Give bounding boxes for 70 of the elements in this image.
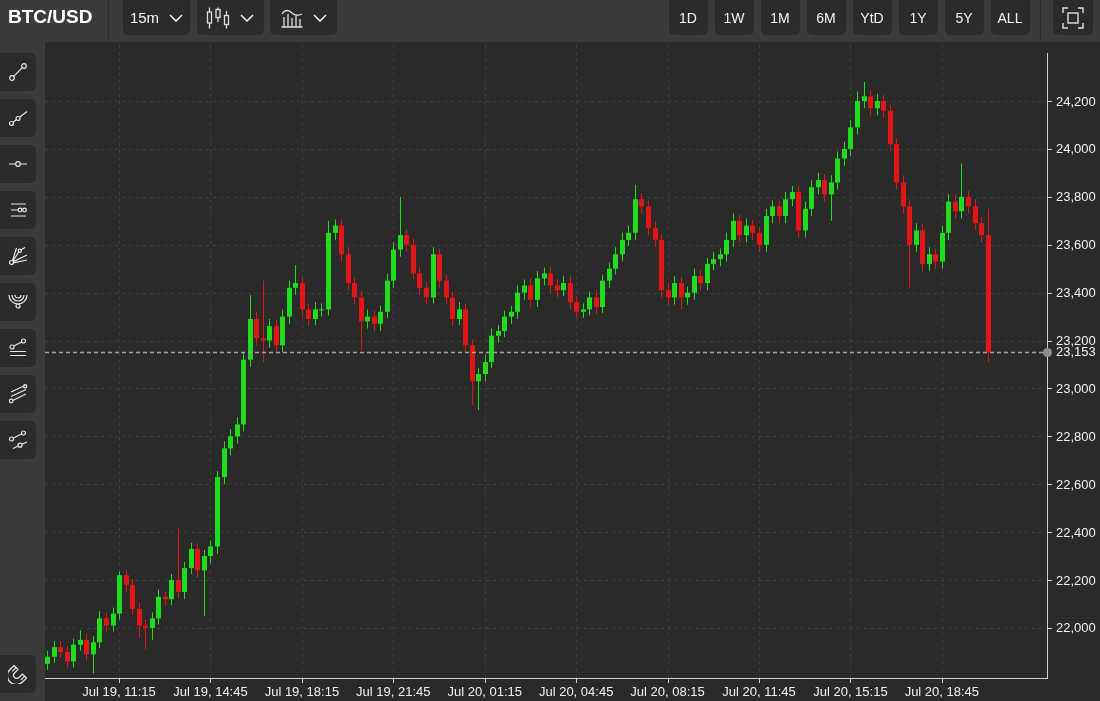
range-button[interactable]: 6M bbox=[806, 0, 846, 35]
symbol-title: BTC/USD bbox=[8, 5, 94, 29]
time-label: Jul 20, 11:45 bbox=[722, 685, 796, 699]
fullscreen-icon bbox=[1061, 6, 1084, 29]
fan-lines-tool-button[interactable] bbox=[0, 237, 36, 275]
indicators-dropdown[interactable] bbox=[270, 0, 337, 35]
line-segments-icon bbox=[8, 430, 28, 450]
channel-icon bbox=[8, 384, 28, 404]
price-label: 22,800 bbox=[1056, 430, 1096, 442]
price-label: 22,600 bbox=[1056, 478, 1096, 490]
trend-line-levels-icon bbox=[8, 338, 28, 358]
ray-icon bbox=[8, 108, 28, 128]
candlestick bbox=[757, 226, 762, 253]
caret-icon bbox=[240, 13, 254, 22]
time-label: Jul 20, 08:15 bbox=[630, 685, 705, 699]
price-label: 22,200 bbox=[1056, 574, 1096, 586]
price-label: 23,800 bbox=[1056, 191, 1096, 203]
range-button[interactable]: 1D bbox=[668, 0, 708, 35]
line-segments-tool-button[interactable] bbox=[0, 421, 36, 459]
candlestick bbox=[535, 270, 540, 308]
candlestick bbox=[646, 199, 651, 236]
time-label: Jul 20, 01:15 bbox=[447, 685, 522, 699]
trend-line-icon bbox=[8, 62, 28, 82]
magnet-icon bbox=[8, 664, 28, 684]
candlestick bbox=[966, 190, 971, 215]
arcs-tool-button[interactable] bbox=[0, 283, 36, 321]
chart-type-dropdown[interactable] bbox=[196, 0, 264, 35]
time-label: Jul 19, 14:45 bbox=[173, 685, 248, 699]
price-label: 24,200 bbox=[1056, 95, 1096, 107]
price-label: 22,000 bbox=[1056, 622, 1096, 634]
range-button[interactable]: ALL bbox=[990, 0, 1030, 35]
bar-chart-icon bbox=[280, 7, 303, 28]
time-label: Jul 20, 15:15 bbox=[813, 685, 888, 699]
candlestick bbox=[424, 281, 429, 306]
candlestick-icon bbox=[206, 6, 230, 29]
parallel-lines-tool-button[interactable] bbox=[0, 191, 36, 229]
candlestick bbox=[104, 611, 109, 633]
price-label: 23,600 bbox=[1056, 239, 1096, 251]
trend-line-levels-tool-button[interactable] bbox=[0, 329, 36, 367]
caret-icon bbox=[169, 13, 184, 22]
range-button[interactable]: 1W bbox=[714, 0, 754, 35]
price-label: 23,000 bbox=[1056, 382, 1096, 394]
time-label: Jul 20, 04:45 bbox=[538, 685, 614, 699]
last-price-label: 23,153 bbox=[1056, 346, 1096, 358]
horizontal-line-tool-button[interactable] bbox=[0, 145, 36, 183]
candlestick bbox=[855, 90, 860, 136]
arcs-icon bbox=[8, 292, 28, 312]
price-label: 23,200 bbox=[1056, 335, 1096, 347]
range-button[interactable]: YtD bbox=[852, 0, 892, 35]
time-label: Jul 19, 11:15 bbox=[82, 685, 156, 699]
ray-tool-button[interactable] bbox=[0, 99, 36, 137]
price-label: 23,400 bbox=[1056, 287, 1096, 299]
trend-line-tool-button[interactable] bbox=[0, 53, 36, 91]
time-label: Jul 20, 18:45 bbox=[904, 685, 980, 699]
time-label: Jul 19, 18:15 bbox=[264, 685, 340, 699]
last-price-marker-icon bbox=[1043, 348, 1052, 357]
time-label: Jul 19, 21:45 bbox=[356, 685, 431, 699]
caret-icon bbox=[312, 13, 327, 22]
magnet-tool-button[interactable] bbox=[0, 655, 36, 693]
fan-lines-icon bbox=[8, 246, 28, 266]
candlestick bbox=[45, 650, 50, 671]
fullscreen-button[interactable] bbox=[1052, 0, 1093, 35]
channel-tool-button[interactable] bbox=[0, 375, 36, 413]
range-button[interactable]: 1Y bbox=[898, 0, 938, 35]
parallel-lines-icon bbox=[8, 200, 28, 220]
range-button[interactable]: 5Y bbox=[944, 0, 984, 35]
interval-dropdown[interactable]: 15m bbox=[123, 0, 190, 35]
price-label: 22,400 bbox=[1056, 526, 1096, 538]
range-button[interactable]: 1M bbox=[760, 0, 800, 35]
price-label: 24,000 bbox=[1056, 143, 1096, 155]
